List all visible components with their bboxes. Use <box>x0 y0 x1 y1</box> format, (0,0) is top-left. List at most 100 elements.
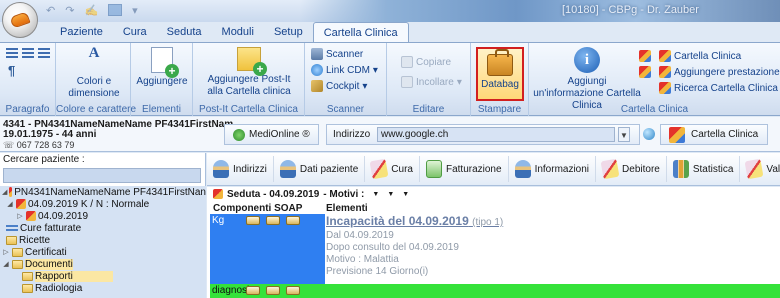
tree-item-label: Cure fatturate <box>20 222 82 234</box>
debitore-button[interactable]: Debitore <box>596 156 667 182</box>
databag-icon <box>487 49 513 76</box>
group-label: Editare <box>412 104 445 115</box>
motivi-dropdown-icon-2[interactable]: ▼ <box>387 191 394 198</box>
invoice-icon <box>425 160 442 178</box>
valori-button[interactable]: Valori <box>740 156 780 182</box>
ricerca-cartella-button[interactable]: Ricerca Cartella Clinica <box>659 81 778 95</box>
edit-tool-icon[interactable] <box>246 286 260 295</box>
dati-paziente-button[interactable]: Dati paziente <box>274 156 366 182</box>
address-dropdown-icon[interactable]: ▼ <box>618 127 630 142</box>
patient-birthdate: 19.01.1975 - 44 anni <box>3 129 97 140</box>
patient-toolbar: Indirizzi Dati paziente Cura Fatturazion… <box>207 153 780 186</box>
collapse-icon[interactable]: ◢ <box>6 200 14 208</box>
scanner-button[interactable]: Scanner <box>311 47 363 61</box>
edit-tool-icon[interactable] <box>246 216 260 225</box>
cura-button[interactable]: Cura <box>365 156 420 182</box>
tree-item-patient[interactable]: ◢ PN4341NameNameName PF4341FirstNan <box>0 186 206 198</box>
cc-extra-button-1[interactable] <box>639 49 651 63</box>
add-postit-button[interactable]: Aggiungere Post-It alla Cartella clinica <box>199 47 299 98</box>
tree-item-label: Radiologia <box>35 282 83 294</box>
informazioni-button[interactable]: Informazioni <box>509 156 597 182</box>
app-menu-button[interactable] <box>2 2 38 38</box>
statistica-label: Statistica <box>692 163 734 175</box>
fatturazione-button[interactable]: Fatturazione <box>420 156 509 182</box>
indirizzi-button[interactable]: Indirizzi <box>207 156 274 182</box>
browser-globe-icon[interactable] <box>643 128 655 140</box>
group-elementi: Aggiungere Elementi <box>131 43 193 116</box>
tree-item-session[interactable]: ▷ 04.09.2019 <box>0 210 206 222</box>
expand-icon[interactable]: ▷ <box>2 248 10 256</box>
statistica-button[interactable]: Statistica <box>667 156 741 182</box>
qat-dropdown-icon[interactable]: ▾ <box>132 4 138 17</box>
incollare-button[interactable]: Incollare ▾ <box>401 75 462 89</box>
info-tool-icon[interactable] <box>286 286 300 295</box>
document-tool-icon[interactable] <box>266 286 280 295</box>
motivi-dropdown-icon-3[interactable]: ▼ <box>402 191 409 198</box>
signature-icon[interactable]: ✍ <box>84 4 98 17</box>
quick-access-toolbar: ↶ ↷ ✍ ▾ <box>46 4 138 17</box>
medionline-icon <box>233 128 245 141</box>
tree-item-certificati[interactable]: ▷ Certificati <box>0 246 206 258</box>
databag-button[interactable]: Databag <box>476 47 524 101</box>
align-center-icon[interactable] <box>22 48 34 58</box>
colori-label: Colori e dimensione <box>68 76 120 99</box>
tree-item-label: 04.09.2019 <box>38 210 89 222</box>
info-tool-icon[interactable] <box>286 216 300 225</box>
group-label: Cartella Clinica <box>620 104 689 115</box>
cc-extra-button-2[interactable] <box>639 65 651 79</box>
calendar-icon <box>26 211 36 221</box>
tab-paziente[interactable]: Paziente <box>50 22 113 42</box>
session-motivi: - Motivi : <box>323 188 365 200</box>
tree-item-documenti[interactable]: ◢ Documenti <box>0 258 206 270</box>
document-tool-icon[interactable] <box>266 216 280 225</box>
collapse-icon[interactable]: ◢ <box>2 260 10 268</box>
diagnosi-label: diagnosi <box>212 285 250 296</box>
tree-item-rapporti[interactable]: Rapporti <box>0 270 206 282</box>
tree-item-ricette[interactable]: Ricette <box>0 234 206 246</box>
cockpit-button[interactable]: Cockpit ▾ <box>311 79 367 93</box>
motivi-dropdown-icon[interactable]: ▼ <box>372 191 379 198</box>
group-postit: Aggiungere Post-It alla Cartella clinica… <box>193 43 305 116</box>
align-left-icon[interactable] <box>6 48 18 58</box>
copy-icon <box>401 56 413 68</box>
tab-cartella-clinica[interactable]: Cartella Clinica <box>312 22 409 42</box>
address-label: Indirizzo <box>333 129 371 140</box>
tree-item-cure-fatturate[interactable]: Cure fatturate <box>0 222 206 234</box>
aggiungere-button[interactable]: Aggiungere <box>133 47 191 88</box>
cockpit-label: Cockpit <box>326 80 360 92</box>
tab-moduli[interactable]: Moduli <box>212 22 264 42</box>
aggiungere-prestazione-button[interactable]: Aggiungere prestazione <box>659 65 780 79</box>
element-title-link[interactable]: Incapacità del 04.09.2019 (tipo 1) <box>326 214 780 230</box>
undo-icon[interactable]: ↶ <box>46 4 55 17</box>
copiare-label: Copiare <box>416 56 452 68</box>
link-cdm-button[interactable]: Link CDM ▾ <box>311 63 378 77</box>
element-line: Dal 04.09.2019 <box>326 230 394 241</box>
patient-phone: ☏ 067 728 63 79 <box>3 140 233 150</box>
folder-icon <box>12 247 23 257</box>
cartella-clinica-header-button[interactable]: Cartella Clinica <box>660 124 768 145</box>
patient-search-input[interactable] <box>3 168 201 183</box>
database-icon[interactable] <box>108 4 123 16</box>
search-label: Cercare paziente : <box>3 154 85 165</box>
address-input[interactable] <box>377 127 615 142</box>
tab-seduta[interactable]: Seduta <box>157 22 212 42</box>
align-right-icon[interactable] <box>38 48 50 58</box>
colori-button[interactable]: A Colori e dimensione <box>62 46 126 100</box>
expand-icon[interactable]: ▷ <box>16 212 24 220</box>
tab-setup[interactable]: Setup <box>264 22 313 42</box>
pilcrow-icon[interactable]: ¶ <box>8 63 15 78</box>
cartella-clinica-button[interactable]: Cartella Clinica <box>659 49 741 63</box>
copiare-button[interactable]: Copiare <box>401 55 451 69</box>
collapse-icon[interactable]: ◢ <box>2 188 7 196</box>
tree-item-label: Certificati <box>25 246 67 258</box>
redo-icon[interactable]: ↷ <box>65 4 74 17</box>
add-info-button[interactable]: i Aggiungi un'informazione Cartella Clin… <box>533 47 641 112</box>
soap-component-diagnosi[interactable]: diagnosi <box>210 284 780 298</box>
cura-label: Cura <box>391 163 413 175</box>
tree-item-radiologia[interactable]: Radiologia <box>0 282 206 294</box>
tree-item-visit[interactable]: ◢ 04.09.2019 K / N : Normale <box>0 198 206 210</box>
tab-cura[interactable]: Cura <box>113 22 157 42</box>
medionline-button[interactable]: MediOnline ® <box>224 124 319 145</box>
debitore-label: Debitore <box>622 163 660 175</box>
medionline-label: MediOnline ® <box>249 129 310 140</box>
